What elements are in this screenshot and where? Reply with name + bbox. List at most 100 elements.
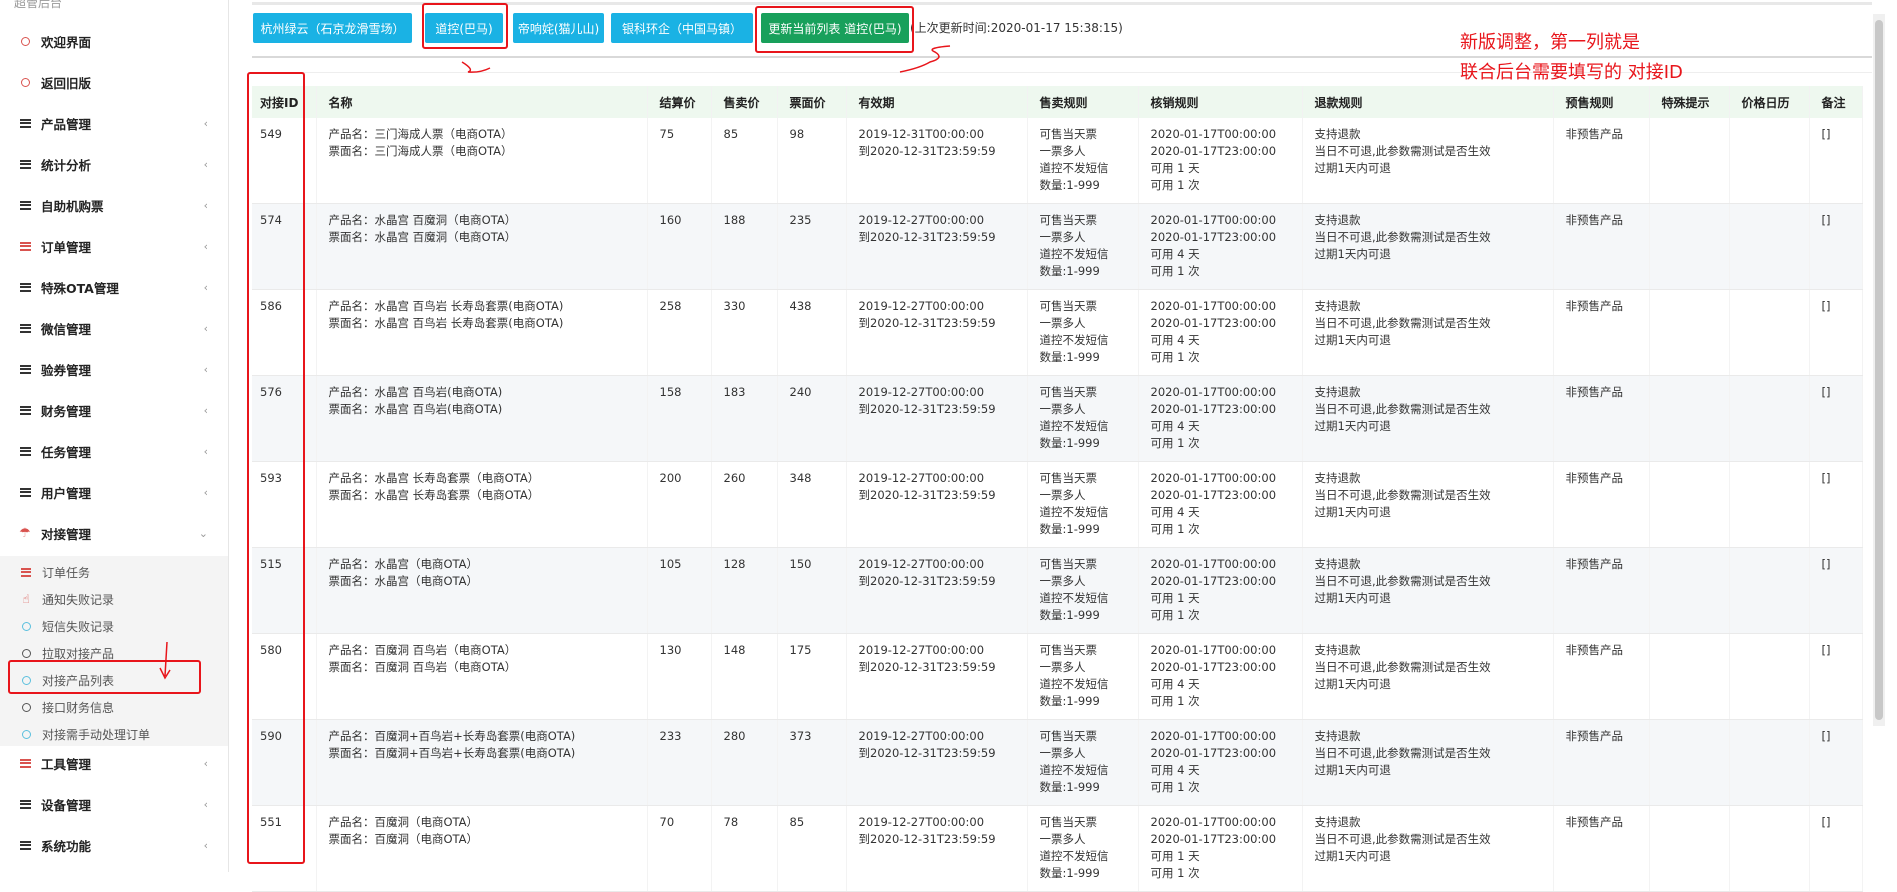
cell-refund-rules: 支持退款 当日不可退,此参数需测试是否生效 过期1天内可退 [1302, 547, 1554, 634]
column-header-8[interactable]: 退款规则 [1302, 86, 1554, 118]
sidebar-subitem-5[interactable]: 接口财务信息 [0, 696, 228, 718]
cell-price-calendar[interactable] [1729, 289, 1810, 376]
sidebar-item-10[interactable]: 任务管理 ‹ [0, 438, 228, 464]
cell-name: 产品名：百魔洞 百鸟岩（电商OTA） 票面名：百魔洞 百鸟岩（电商OTA） [316, 633, 648, 720]
sidebar-subitem-label: 短信失败记录 [42, 619, 115, 634]
cell-price-calendar[interactable] [1729, 805, 1810, 892]
table-row[interactable]: 580 产品名：百魔洞 百鸟岩（电商OTA） 票面名：百魔洞 百鸟岩（电商OTA） 1… [252, 633, 1863, 720]
sidebar-subitem-1[interactable]: ☝ 通知失败记录 [0, 588, 228, 610]
partner-button-dixiangcha[interactable]: 帝响姹(猫儿山) [513, 13, 604, 43]
sidebar-item-3[interactable]: 统计分析 ‹ [0, 151, 228, 177]
table-row[interactable]: 574 产品名：水晶宫 百魔洞（电商OTA） 票面名：水晶宫 百魔洞（电商OTA） 1… [252, 203, 1863, 290]
sidebar-bottom-item-2[interactable]: 系统功能 ‹ [0, 832, 228, 858]
cell-verify-rules: 2020-01-17T00:00:00 2020-01-17T23:00:00 可用… [1138, 461, 1303, 548]
sale-rule-line: 数量:1-999 [1039, 694, 1100, 708]
vertical-scrollbar[interactable] [1873, 14, 1885, 726]
sidebar-item-2[interactable]: 产品管理 ‹ [0, 110, 228, 136]
sidebar-item-9[interactable]: 财务管理 ‹ [0, 397, 228, 423]
sidebar-item-1[interactable]: 返回旧版 [0, 69, 228, 95]
cell-sale-rules: 可售当天票 一票多人 道控不发短信 数量:1-999 [1027, 289, 1139, 376]
sidebar-subitem-label: 拉取对接产品 [42, 646, 115, 661]
name-line: 产品名：百魔洞 百鸟岩（电商OTA） [328, 643, 517, 657]
name-line: 产品名：水晶宫（电商OTA） [328, 557, 479, 571]
sidebar-subitem-icon [19, 567, 33, 577]
cell-price-calendar[interactable] [1729, 375, 1810, 462]
cell-price-calendar[interactable] [1729, 118, 1810, 204]
sidebar-item-8[interactable]: 验券管理 ‹ [0, 356, 228, 382]
column-header-7[interactable]: 核销规则 [1138, 86, 1303, 118]
sidebar-bottom-item-0[interactable]: 工具管理 ‹ [0, 750, 228, 776]
table-row[interactable]: 549 产品名：三门海成人票（电商OTA） 票面名：三门海成人票（电商OTA） 75 8… [252, 118, 1863, 204]
circle-icon [21, 702, 31, 712]
sidebar-item-11[interactable]: 用户管理 ‹ [0, 479, 228, 505]
sidebar-item-6[interactable]: 特殊OTA管理 ‹ [0, 274, 228, 300]
sidebar-item-7[interactable]: 微信管理 ‹ [0, 315, 228, 341]
cell-special-tip [1649, 289, 1730, 376]
scrollbar-thumb[interactable] [1875, 20, 1883, 720]
cell-price-calendar[interactable] [1729, 203, 1810, 290]
sale-rule-line: 道控不发短信 [1039, 161, 1109, 175]
sidebar-item-icon: ☂ [17, 526, 33, 541]
sidebar-item-label: 工具管理 [41, 756, 92, 772]
cell-settle-price: 75 [647, 118, 712, 204]
cell-refund-rules: 支持退款 当日不可退,此参数需测试是否生效 过期1天内可退 [1302, 719, 1554, 806]
column-header-9[interactable]: 预售规则 [1553, 86, 1650, 118]
cell-verify-rules: 2020-01-17T00:00:00 2020-01-17T23:00:00 可用… [1138, 289, 1303, 376]
table-row[interactable]: 551 产品名：百魔洞（电商OTA） 票面名：百魔洞（电商OTA） 70 78 85 201… [252, 805, 1863, 892]
validity-line: 到2020-12-31T23:59:59 [858, 832, 996, 846]
sidebar-item-icon [17, 200, 33, 210]
column-header-1[interactable]: 名称 [316, 86, 648, 118]
sidebar-item-4[interactable]: 自助机购票 ‹ [0, 192, 228, 218]
column-header-2[interactable]: 结算价 [647, 86, 712, 118]
annotation-underline-1 [461, 61, 491, 73]
table-row[interactable]: 515 产品名：水晶宫（电商OTA） 票面名：水晶宫（电商OTA） 105 128 150… [252, 547, 1863, 634]
cell-presale-rules: 非预售产品 [1553, 289, 1650, 376]
sidebar-subitem-2[interactable]: 短信失败记录 [0, 615, 228, 637]
column-header-10[interactable]: 特殊提示 [1649, 86, 1730, 118]
cell-name: 产品名：百魔洞+百鸟岩+长寿岛套票(电商OTA) 票面名：百魔洞+百鸟岩+长寿岛套… [316, 719, 648, 806]
cell-name: 产品名：百魔洞（电商OTA） 票面名：百魔洞（电商OTA） [316, 805, 648, 892]
sidebar-subitem-0[interactable]: 订单任务 [0, 561, 228, 583]
column-header-5[interactable]: 有效期 [846, 86, 1028, 118]
cell-price-calendar[interactable] [1729, 547, 1810, 634]
last-update-time: (上次更新时间:2020-01-17 15:38:15) [910, 21, 1123, 35]
cell-sell-price: 330 [711, 289, 778, 376]
cell-remark: [] [1809, 547, 1863, 634]
column-header-12[interactable]: 备注 [1809, 86, 1863, 118]
cell-remark: [] [1809, 719, 1863, 806]
sidebar-subitem-6[interactable]: 对接需手动处理订单 [0, 723, 228, 745]
hand-icon: ☝ [22, 592, 30, 606]
refund-rule-line: 过期1天内可退 [1314, 763, 1391, 777]
partner-button-hangzhou-lvyun[interactable]: 杭州绿云（石京龙滑雪场） [253, 13, 412, 43]
verify-rule-line: 2020-01-17T00:00:00 [1150, 815, 1277, 829]
cell-price-calendar[interactable] [1729, 633, 1810, 720]
sidebar-item-0[interactable]: 欢迎界面 [0, 28, 228, 54]
sale-rule-line: 可售当天票 [1039, 213, 1098, 227]
cell-price-calendar[interactable] [1729, 719, 1810, 806]
table-row[interactable]: 586 产品名：水晶宫 百鸟岩 长寿岛套票(电商OTA) 票面名：水晶宫 百鸟岩 长… [252, 289, 1863, 376]
column-header-4[interactable]: 票面价 [777, 86, 847, 118]
sidebar-item-5[interactable]: 订单管理 ‹ [0, 233, 228, 259]
sidebar-item-label: 设备管理 [41, 797, 92, 813]
sale-rule-line: 可售当天票 [1039, 385, 1098, 399]
partner-button-yinke[interactable]: 银科环企（中国马镇） [611, 13, 753, 43]
name-line: 票面名：三门海成人票（电商OTA） [328, 144, 513, 158]
sale-rule-line: 数量:1-999 [1039, 178, 1100, 192]
column-header-11[interactable]: 价格日历 [1729, 86, 1810, 118]
cell-sale-rules: 可售当天票 一票多人 道控不发短信 数量:1-999 [1027, 805, 1139, 892]
cell-special-tip [1649, 805, 1730, 892]
cell-validity: 2019-12-27T00:00:00 到2020-12-31T23:59:59 [846, 375, 1028, 462]
column-header-6[interactable]: 售卖规则 [1027, 86, 1139, 118]
name-line: 票面名：水晶宫 百魔洞（电商OTA） [328, 230, 517, 244]
sidebar-item-label: 微信管理 [41, 321, 92, 337]
sidebar-item-12[interactable]: ☂ 对接管理 ⌄ [0, 520, 228, 546]
name-line: 产品名：三门海成人票（电商OTA） [328, 127, 513, 141]
table-row[interactable]: 576 产品名：水晶宫 百鸟岩(电商OTA) 票面名：水晶宫 百鸟岩(电商OTA) 1… [252, 375, 1863, 462]
cell-sell-price: 148 [711, 633, 778, 720]
table-row[interactable]: 590 产品名：百魔洞+百鸟岩+长寿岛套票(电商OTA) 票面名：百魔洞+百鸟岩+长… [252, 719, 1863, 806]
validity-line: 2019-12-27T00:00:00 [858, 471, 985, 485]
column-header-3[interactable]: 售卖价 [711, 86, 778, 118]
cell-price-calendar[interactable] [1729, 461, 1810, 548]
sidebar-bottom-item-1[interactable]: 设备管理 ‹ [0, 791, 228, 817]
table-row[interactable]: 593 产品名：水晶宫 长寿岛套票（电商OTA） 票面名：水晶宫 长寿岛套票（电商O… [252, 461, 1863, 548]
